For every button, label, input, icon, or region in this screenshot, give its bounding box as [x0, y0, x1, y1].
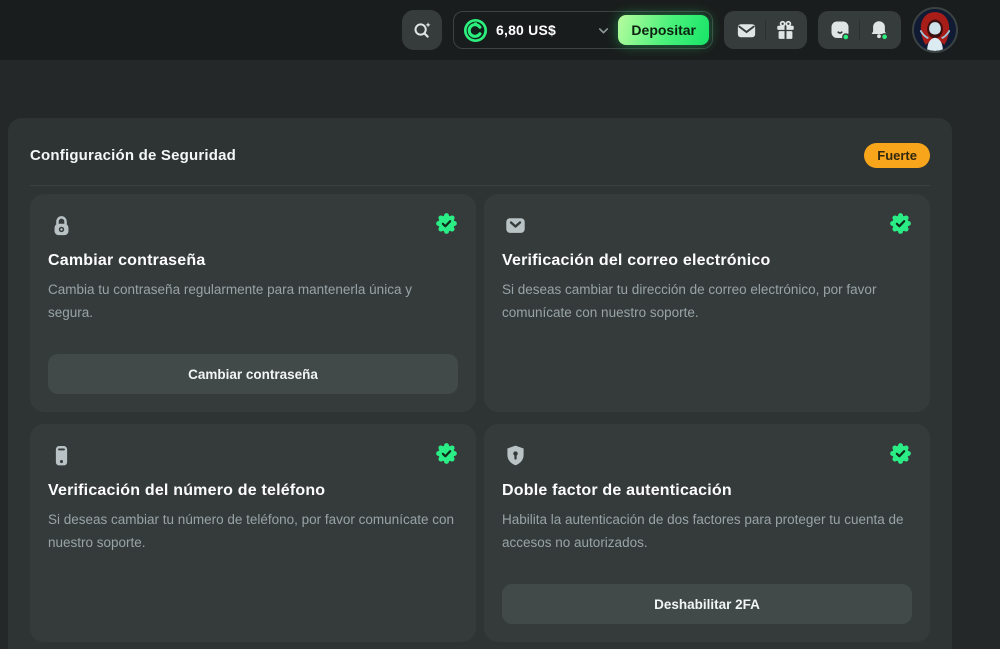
chat-icon [828, 18, 852, 42]
mail-icon [735, 19, 758, 42]
gift-button[interactable] [770, 13, 800, 47]
search-button[interactable] [402, 10, 442, 50]
verified-check-icon [889, 212, 912, 235]
chevron-down-icon[interactable] [596, 23, 611, 38]
coin-icon [463, 18, 488, 43]
divider [859, 20, 860, 40]
avatar-image [914, 9, 956, 51]
chat-notification-group [818, 11, 901, 49]
notifications-button[interactable] [864, 13, 894, 47]
card-title: Cambiar contraseña [48, 252, 458, 270]
card-description: Si deseas cambiar tu dirección de correo… [502, 279, 912, 324]
security-cards-grid: Cambiar contraseña Cambia tu contraseña … [30, 194, 930, 642]
card-two-factor-auth: Doble factor de autenticación Habilita l… [484, 424, 930, 642]
card-title: Doble factor de autenticación [502, 482, 912, 500]
card-description: Cambia tu contraseña regularmente para m… [48, 279, 458, 324]
divider [30, 185, 930, 186]
disable-2fa-button[interactable]: Deshabilitar 2FA [502, 584, 912, 624]
gift-icon [774, 19, 797, 42]
password-strength-badge: Fuerte [864, 143, 930, 168]
card-title: Verificación del número de teléfono [48, 482, 458, 500]
bell-icon [867, 18, 891, 42]
search-sparkle-icon [411, 19, 433, 41]
balance-amount: 6,80 US$ [496, 22, 556, 38]
divider [765, 20, 766, 40]
change-password-button[interactable]: Cambiar contraseña [48, 354, 458, 394]
card-title: Verificación del correo electrónico [502, 252, 912, 270]
envelope-icon [502, 212, 529, 239]
verified-check-icon [435, 212, 458, 235]
shield-icon [502, 442, 529, 469]
wallet-balance-selector[interactable]: 6,80 US$ Depositar [453, 11, 713, 49]
lock-icon [48, 212, 75, 239]
phone-icon [48, 442, 75, 469]
card-email-verification: Verificación del correo electrónico Si d… [484, 194, 930, 412]
mail-button[interactable] [731, 13, 761, 47]
page-title: Configuración de Seguridad [30, 147, 236, 164]
deposit-button[interactable]: Depositar [618, 15, 709, 45]
security-settings-panel: Configuración de Seguridad Fuerte [8, 118, 952, 649]
user-avatar[interactable] [912, 7, 958, 53]
verified-check-icon [889, 442, 912, 465]
card-phone-verification: Verificación del número de teléfono Si d… [30, 424, 476, 642]
card-description: Habilita la autenticación de dos factore… [502, 509, 912, 554]
chat-button[interactable] [825, 13, 855, 47]
card-change-password: Cambiar contraseña Cambia tu contraseña … [30, 194, 476, 412]
verified-check-icon [435, 442, 458, 465]
topbar: 6,80 US$ Depositar [0, 0, 1000, 60]
card-description: Si deseas cambiar tu número de teléfono,… [48, 509, 458, 554]
panel-header: Configuración de Seguridad Fuerte [30, 143, 930, 168]
mail-gift-group [724, 11, 807, 49]
